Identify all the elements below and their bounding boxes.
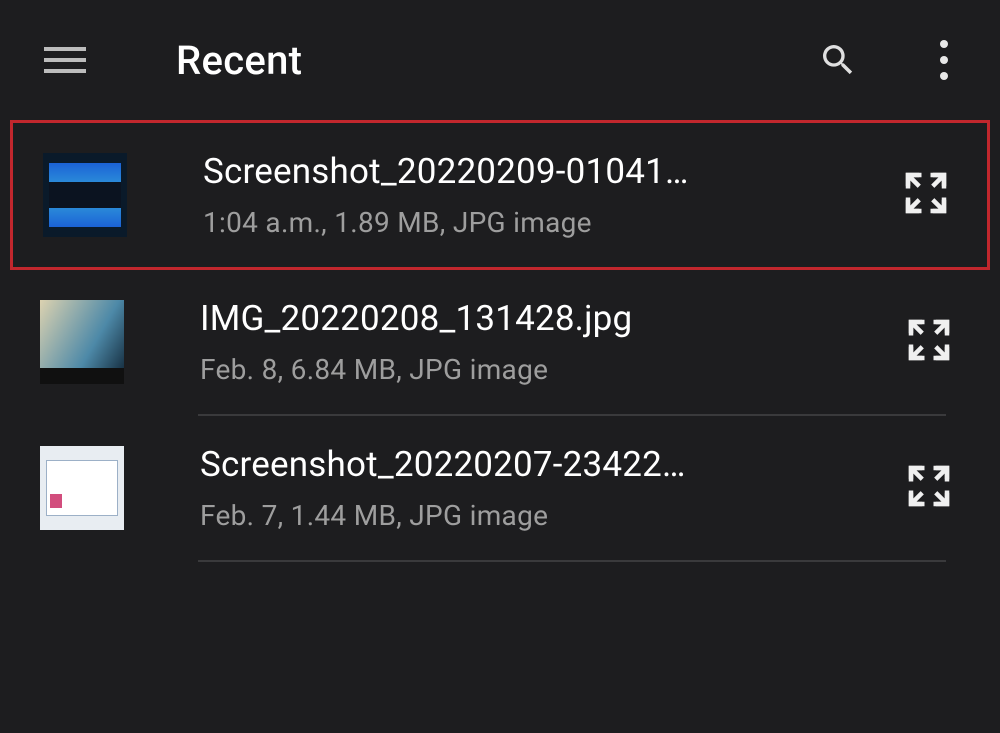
file-thumbnail (40, 446, 124, 530)
file-picker-screen: Recent Screenshot_20220209-01041… 1:04 a… (0, 0, 1000, 733)
file-details: 1:04 a.m., 1.89 MB, JPG image (203, 206, 863, 239)
overflow-menu-button[interactable] (932, 38, 956, 82)
search-button[interactable] (816, 38, 860, 82)
file-meta: Screenshot_20220207-23422… Feb. 7, 1.44 … (200, 444, 866, 532)
header-actions (816, 38, 956, 82)
file-meta: Screenshot_20220209-01041… 1:04 a.m., 1.… (203, 151, 863, 239)
file-thumbnail (40, 300, 124, 384)
list-item[interactable]: Screenshot_20220207-23422… Feb. 7, 1.44 … (10, 416, 990, 560)
file-details: Feb. 8, 6.84 MB, JPG image (200, 353, 866, 386)
open-fullscreen-button[interactable] (899, 166, 953, 224)
file-thumbnail (43, 153, 127, 237)
page-title: Recent (176, 37, 302, 84)
file-name: IMG_20220208_131428.jpg (200, 298, 866, 339)
file-details: Feb. 7, 1.44 MB, JPG image (200, 499, 866, 532)
app-header: Recent (0, 0, 1000, 120)
file-meta: IMG_20220208_131428.jpg Feb. 8, 6.84 MB,… (200, 298, 866, 386)
file-name: Screenshot_20220209-01041… (203, 151, 863, 192)
open-fullscreen-button[interactable] (902, 459, 956, 517)
fullscreen-icon (902, 313, 956, 367)
more-vert-icon (940, 40, 948, 48)
divider (198, 560, 946, 562)
hamburger-icon (44, 47, 86, 51)
menu-button[interactable] (44, 39, 86, 81)
recent-files-list: Screenshot_20220209-01041… 1:04 a.m., 1.… (0, 120, 1000, 562)
fullscreen-icon (899, 166, 953, 220)
open-fullscreen-button[interactable] (902, 313, 956, 371)
list-item[interactable]: Screenshot_20220209-01041… 1:04 a.m., 1.… (10, 120, 990, 270)
file-name: Screenshot_20220207-23422… (200, 444, 866, 485)
search-icon (818, 40, 858, 80)
fullscreen-icon (902, 459, 956, 513)
list-item[interactable]: IMG_20220208_131428.jpg Feb. 8, 6.84 MB,… (10, 270, 990, 414)
